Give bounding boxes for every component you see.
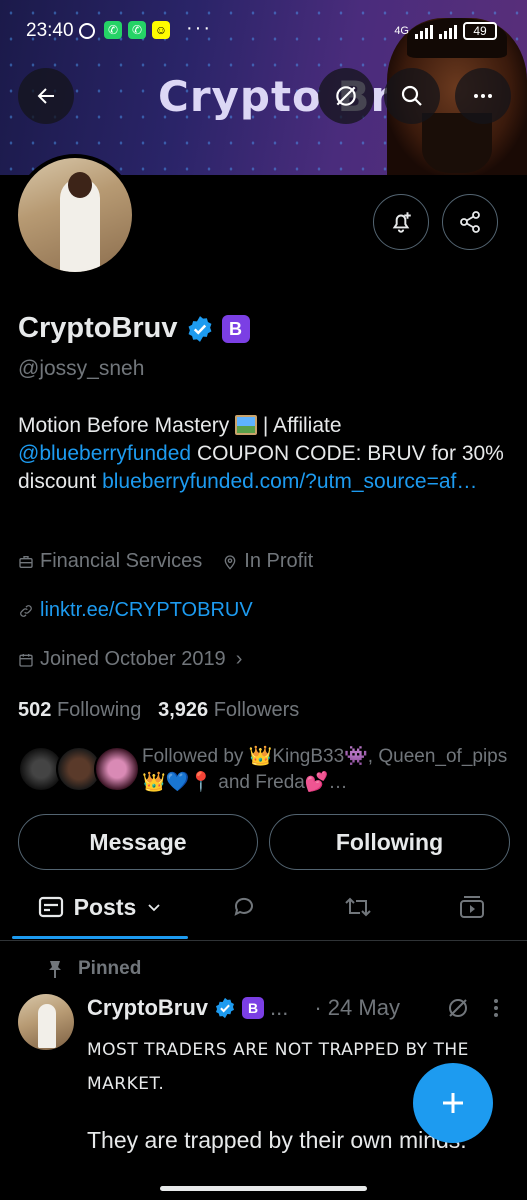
profile-location: In Profit [244,550,314,572]
pinned-indicator: Pinned [46,958,141,980]
profile-tabs: Posts [0,878,527,940]
chevron-down-icon [148,904,160,912]
followers-label: Followers [213,699,300,721]
more-horizontal-icon [474,94,492,98]
back-button[interactable] [18,68,74,124]
grok-icon [336,86,356,106]
profile-joined: Joined October 2019 [40,648,226,670]
notifications-button[interactable] [373,194,429,250]
profile-meta-website[interactable]: linktr.ee/CRYPTOBRUV [18,599,253,622]
following-button[interactable]: Following [269,814,510,870]
location-pin-icon [224,554,236,570]
bio-mention-link[interactable]: @blueberryfunded [18,442,191,465]
signal-icon-2 [439,23,457,39]
reply-bubble-icon [234,897,253,916]
snapchat-icon: ☺ [152,21,170,39]
message-button[interactable]: Message [18,814,258,870]
following-count: 502 [18,699,52,721]
tabs-divider [0,940,527,941]
profile-meta-category: Financial Services In Profit [18,550,313,573]
more-vertical-icon [494,999,498,1017]
follower-avatar [94,746,140,792]
search-button[interactable] [384,68,440,124]
chevron-right-icon: › [235,648,243,670]
media-icon [460,896,484,918]
tab-media[interactable] [446,878,498,936]
post-text-body: They are trapped by their own minds. [87,1127,467,1153]
tab-replies[interactable] [218,878,270,936]
share-icon [460,211,480,233]
affiliate-badge[interactable]: B [221,314,250,343]
following-stat[interactable]: 502 Following [18,699,141,721]
profile-website-link[interactable]: linktr.ee/CRYPTOBRUV [40,599,253,622]
followed-by-text: Followed by 👑KingB33👾, Queen_of_pips👑💙📍 … [142,746,508,793]
profile-avatar[interactable] [14,154,136,276]
followers-stat[interactable]: 3,926 Followers [158,699,299,721]
profile-handle: @jossy_sneh [18,357,145,380]
link-icon [20,604,32,617]
repost-icon [345,897,371,917]
tab-posts-label: Posts [73,893,137,920]
tab-reposts[interactable] [332,878,384,936]
status-time: 23:40 [26,20,74,41]
pin-icon [49,961,61,978]
share-button[interactable] [442,194,498,250]
post-author-avatar[interactable] [18,994,74,1050]
briefcase-icon [19,555,33,568]
alarm-icon [79,23,95,39]
tab-posts[interactable]: Posts [12,878,188,936]
follow-stats: 502 Following 3,926 Followers [18,699,299,722]
verified-badge-icon[interactable] [186,315,214,343]
bio-text-2: | Affiliate [257,414,342,437]
more-notifications-icon: ··· [186,17,212,39]
calendar-icon [19,653,33,667]
more-button[interactable] [455,68,511,124]
profile-meta-joined[interactable]: Joined October 2019 › [18,648,242,671]
grok-button[interactable] [318,68,374,124]
status-bar: 23:40 ✆ ✆ ☺ ··· 4G 49 [0,0,527,60]
display-name: CryptoBruv [18,312,178,344]
home-indicator[interactable] [160,1186,367,1191]
followed-by-row[interactable]: Followed by 👑KingB33👾, Queen_of_pips👑💙📍 … [18,744,518,796]
active-tab-indicator [12,936,188,939]
profile-category: Financial Services [40,550,203,572]
bio-url-link[interactable]: blueberryfunded.com/?utm_source=af… [102,470,477,493]
framed-picture-emoji-icon [235,415,258,435]
pinned-label: Pinned [78,958,142,979]
post-date[interactable]: · 24 May [314,995,400,1021]
whatsapp-icon: ✆ [104,21,122,39]
followers-count: 3,926 [158,699,209,721]
grok-icon [449,999,467,1017]
arrow-left-icon [37,88,54,104]
bio-text-1: Motion Before Mastery [18,414,236,437]
post-header: CryptoBruv B ... · 24 May [87,995,400,1021]
whatsapp-business-icon: ✆ [128,21,146,39]
battery-icon: 49 [463,22,497,40]
network-type: 4G [394,25,409,37]
search-icon [401,85,422,106]
post-name-ellipsis: ... [270,995,289,1020]
profile-bio: Motion Before Mastery | Affiliate @blueb… [18,412,513,496]
post-affiliate-badge: B [242,997,265,1019]
signal-icon [415,23,433,39]
posts-icon [38,896,63,918]
post-more-button[interactable] [492,997,500,1025]
profile-name-row: CryptoBruv B [18,312,250,345]
following-label: Following [56,699,142,721]
verified-badge-icon [216,997,234,1019]
post-grok-button[interactable] [446,996,470,1025]
bell-plus-icon [392,212,411,233]
compose-post-button[interactable] [413,1063,493,1143]
plus-icon [443,1093,463,1113]
post-author-name[interactable]: CryptoBruv [87,995,208,1021]
